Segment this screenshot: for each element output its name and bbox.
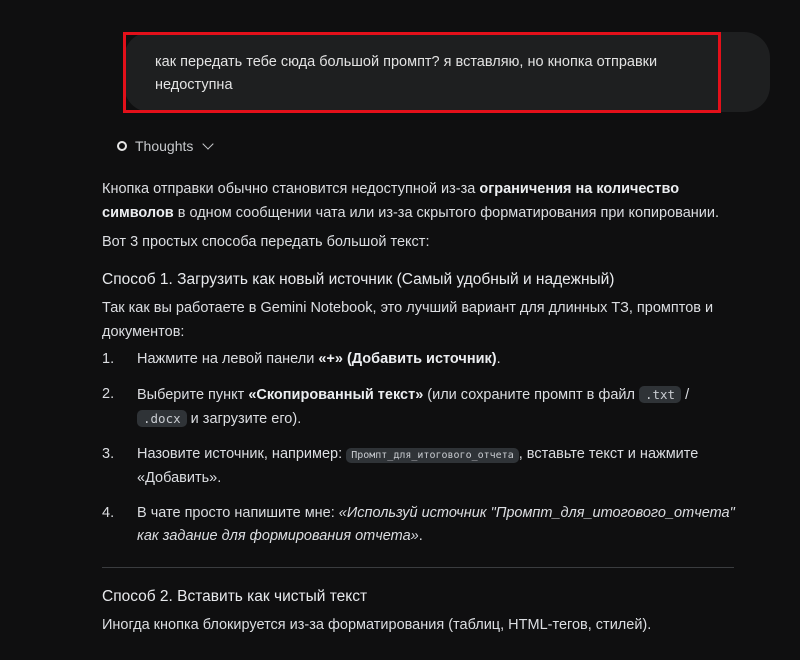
code-source-name: Промпт_для_итогового_отчета — [346, 447, 519, 463]
intro-text-a: Кнопка отправки обычно становится недост… — [102, 181, 480, 197]
thoughts-label: Thoughts — [135, 138, 194, 154]
list-item: 2. Выберите пункт «Скопированный текст» … — [102, 383, 742, 432]
step-2-end: и загрузите его). — [186, 411, 302, 427]
response-paragraph-ways: Вот 3 простых способа передать большой т… — [102, 234, 430, 250]
method-2-description: Иногда кнопка блокируется из-за форматир… — [102, 617, 652, 633]
thoughts-dot-icon — [117, 141, 127, 151]
step-1-text: Нажмите на левой панели — [137, 351, 319, 367]
chevron-down-icon — [202, 138, 215, 150]
step-2-slash: / — [681, 386, 690, 403]
step-2-text: Выберите пункт — [137, 386, 249, 403]
list-item: 3. Назовите источник, например: Промпт_д… — [102, 443, 742, 491]
intro-text-c: в одном сообщении чата или из-за скрытог… — [173, 204, 719, 221]
step-2-text-b: (или сохраните промпт в файл — [423, 386, 639, 403]
thoughts-toggle[interactable]: Thoughts — [117, 138, 215, 154]
method-2-heading: Способ 2. Вставить как чистый текст — [102, 587, 368, 605]
step-number: 2. — [102, 385, 115, 402]
user-message-line2: недоступна — [155, 77, 233, 93]
step-3-text: Назовите источник, например: — [137, 445, 347, 462]
method-1-heading: Способ 1. Загрузить как новый источник (… — [102, 270, 615, 288]
method-1-description: Так как вы работаете в Gemini Notebook, … — [102, 300, 714, 340]
list-item: 1. Нажмите на левой панели «+» (Добавить… — [102, 348, 742, 372]
step-number: 3. — [102, 445, 115, 462]
code-txt: .txt — [638, 385, 682, 403]
code-docx: .docx — [137, 410, 187, 427]
user-message-line1: как передать тебе сюда большой промпт? я… — [155, 54, 658, 70]
section-divider — [102, 566, 734, 568]
step-4-text: В чате просто напишите мне: — [137, 504, 339, 521]
step-2-bold: «Скопированный текст» — [248, 386, 424, 403]
user-message-text: как передать тебе сюда большой промпт? я… — [155, 51, 715, 97]
step-1-bold: «+» (Добавить источник) — [318, 351, 497, 367]
list-item: 4. В чате просто напишите мне: «Использу… — [102, 502, 742, 549]
step-number: 1. — [102, 351, 115, 367]
steps-list: 1. Нажмите на левой панели «+» (Добавить… — [102, 348, 742, 549]
step-1-end: . — [496, 351, 501, 367]
step-4-end: . — [418, 528, 423, 544]
step-number: 4. — [102, 504, 115, 521]
response-paragraph-intro: Кнопка отправки обычно становится недост… — [102, 178, 727, 225]
assistant-response: Кнопка отправки обычно становится недост… — [102, 178, 742, 638]
